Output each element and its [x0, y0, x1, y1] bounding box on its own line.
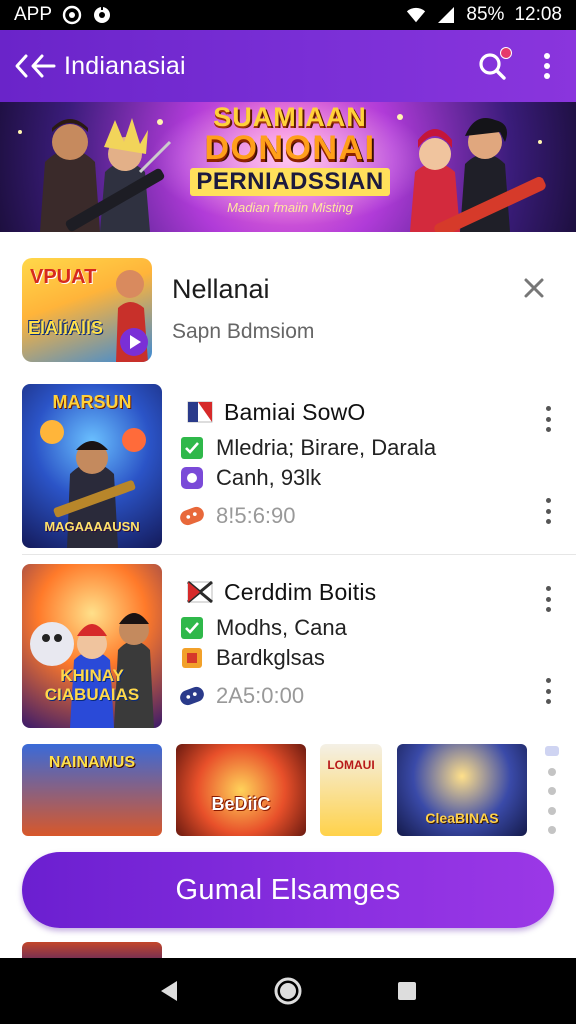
game-card[interactable]: KHINAY CIABUAIAS Cerddim Boitis Modhs, C…: [22, 564, 562, 728]
game-thumb-bottom: MAGAAAAUSN: [44, 519, 140, 534]
check-icon: [178, 614, 206, 642]
game-genre: Mledria; Birare, Darala: [216, 435, 437, 460]
game-meta: Bardkglsas: [216, 645, 325, 670]
back-arrow-icon: [15, 54, 56, 78]
strip-thumb-label: NAINAMUS: [48, 754, 136, 771]
banner-line-4: Madian fmaiin Misting: [227, 200, 353, 215]
game-title-row: Cerddim Boitis: [186, 578, 376, 606]
ticket-icon: [178, 502, 206, 530]
battery-text: 85%: [466, 4, 505, 25]
featured-subtitle: Sapn Bdmsiom: [172, 320, 315, 343]
flag-icon: [186, 398, 214, 426]
strip-thumb-label: CleaBINAS: [425, 810, 499, 826]
status-bar: APP 85% 12:08: [0, 0, 576, 30]
close-icon: [524, 278, 544, 298]
featured-thumb-top: VPUAT: [30, 266, 97, 288]
promo-banner[interactable]: SUAMIAAN DONONAI PERNIADSSIAN Madian fma…: [0, 102, 576, 232]
game-genre-row: Modhs, Cana: [178, 614, 347, 642]
game-menu-button[interactable]: [542, 586, 554, 612]
close-button[interactable]: [518, 272, 550, 304]
featured-title: Nellanai: [172, 274, 270, 304]
app-circle-icon: [62, 5, 82, 25]
nav-home-button[interactable]: [268, 971, 308, 1011]
next-item-peek: [22, 942, 162, 958]
banner-line-3: PERNIADSSIAN: [190, 168, 390, 196]
signal-icon: [436, 5, 456, 25]
tag-icon: [178, 644, 206, 672]
game-secondary-menu-button[interactable]: [542, 498, 554, 524]
featured-thumb-bottom: ElAliAllS: [28, 318, 104, 338]
game-genre-row: Mledria; Birare, Darala: [178, 434, 436, 462]
strip-thumbnail[interactable]: NAINAMUS: [22, 744, 162, 836]
game-meta-row: Canh, 93lk: [178, 464, 321, 492]
featured-thumbnail: VPUAT ElAliAllS: [22, 258, 152, 362]
nav-recents-button[interactable]: [387, 971, 427, 1011]
flag-icon: [186, 578, 214, 606]
game-thumbnail: KHINAY CIABUAIAS: [22, 564, 162, 728]
more-indicator[interactable]: [540, 746, 564, 834]
strip-thumb-label: LOMAUI: [327, 758, 375, 772]
game-price: 2A5:0:00: [216, 683, 305, 708]
strip-thumbnail[interactable]: LOMAUI: [320, 744, 382, 836]
gamepad-icon: [178, 464, 206, 492]
divider: [22, 554, 576, 555]
game-secondary-menu-button[interactable]: [542, 678, 554, 704]
thumbnail-strip: NAINAMUS BeDiiC LOMAUI CleaBINAS: [22, 744, 576, 836]
status-time: 12:08: [514, 4, 562, 25]
nav-recents-icon: [397, 982, 416, 1000]
back-button[interactable]: [14, 51, 56, 81]
game-title-row: Bamiai SowO: [186, 398, 366, 426]
game-price: 8!5:6:90: [216, 503, 296, 528]
game-card[interactable]: MARSUN MAGAAAAUSN Bamiai SowO Mledria; B…: [22, 384, 562, 548]
game-price-row: 8!5:6:90: [178, 502, 296, 530]
status-right: 85% 12:08: [406, 4, 562, 26]
overflow-menu-button[interactable]: [542, 53, 552, 79]
banner-line-2: DONONAI: [204, 129, 376, 167]
page-title: Indianasiai: [64, 51, 186, 80]
status-left: APP: [14, 4, 112, 26]
strip-thumbnail[interactable]: CleaBINAS: [397, 744, 527, 836]
game-thumb-title: MARSUN: [52, 392, 132, 412]
primary-cta-button[interactable]: Gumal Elsamges: [22, 852, 554, 928]
notification-dot: [500, 47, 512, 59]
game-thumbnail: MARSUN MAGAAAAUSN: [22, 384, 162, 548]
game-meta-row: Bardkglsas: [178, 644, 325, 672]
kebab-menu-icon: [544, 53, 550, 79]
game-title: Cerddim Boitis: [224, 578, 377, 605]
nav-home-icon: [274, 977, 302, 1005]
game-price-row: 2A5:0:00: [178, 682, 304, 710]
app-bar: Indianasiai: [0, 30, 576, 102]
banner-text: SUAMIAAN DONONAI PERNIADSSIAN Madian fma…: [170, 102, 410, 215]
featured-item[interactable]: VPUAT ElAliAllS Nellanai Sapn Bdmsiom: [22, 258, 554, 362]
search-button[interactable]: [476, 47, 512, 82]
nav-back-icon: [161, 981, 178, 1001]
nav-back-button[interactable]: [149, 971, 189, 1011]
game-title: Bamiai SowO: [224, 398, 366, 425]
game-thumb-bottom: KHINAY CIABUAIAS: [44, 666, 140, 704]
app-actions: [476, 47, 562, 82]
status-app-label: APP: [14, 4, 53, 25]
strip-thumb-label: BeDiiC: [211, 794, 271, 814]
game-menu-button[interactable]: [542, 406, 554, 432]
app-gear-icon: [92, 5, 112, 25]
check-icon: [178, 434, 206, 462]
strip-thumbnail[interactable]: BeDiiC: [176, 744, 306, 836]
game-genre: Modhs, Cana: [216, 615, 347, 640]
ticket-icon: [178, 682, 206, 710]
wifi-icon: [406, 5, 426, 25]
game-meta: Canh, 93lk: [216, 465, 322, 490]
content-sheet: VPUAT ElAliAllS Nellanai Sapn Bdmsiom MA…: [0, 232, 576, 958]
system-nav-bar: [0, 958, 576, 1024]
